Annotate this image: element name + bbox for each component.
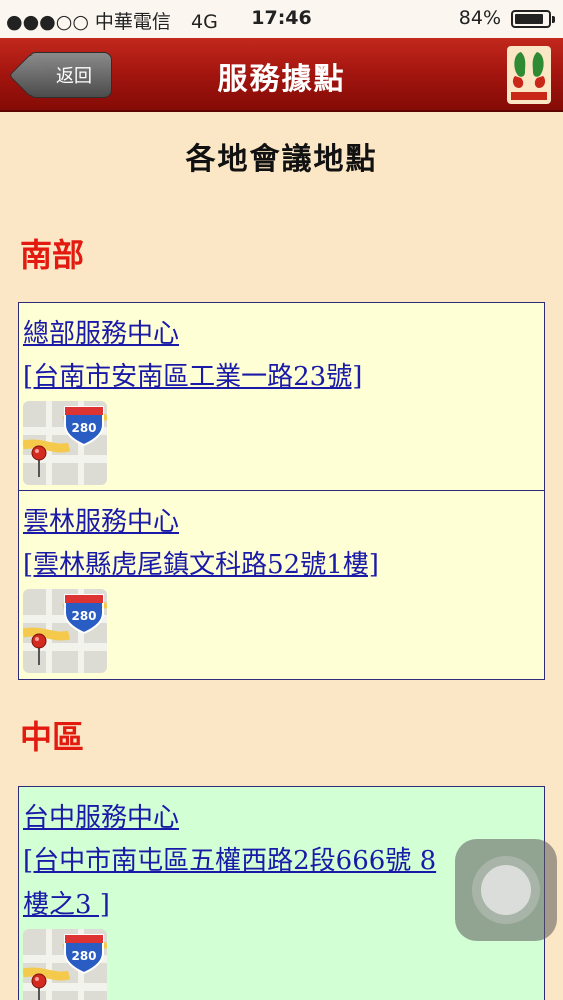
map-icon[interactable]: 280 xyxy=(22,401,108,485)
region-list-south: 總部服務中心 [台南市安南區工業一路23號] 280 雲林服務中心 [雲林縣虎尾… xyxy=(18,302,545,680)
map-badge-number: 280 xyxy=(71,421,96,435)
center-address-link[interactable]: [雲林縣虎尾鎮文科路52號1樓] xyxy=(23,543,540,587)
center-address-line-1: [台中市南屯區五權西路2段666號 8 xyxy=(23,846,437,876)
list-item: 雲林服務中心 [雲林縣虎尾鎮文科路52號1樓] 280 xyxy=(19,491,544,679)
battery-percent: 84% xyxy=(458,7,501,29)
region-title-central: 中區 xyxy=(20,718,85,756)
map-icon[interactable]: 280 xyxy=(22,929,108,1000)
navigation-bar: 返回 服務據點 xyxy=(0,38,563,112)
center-address-link[interactable]: [台南市安南區工業一路23號] xyxy=(23,355,540,399)
map-badge-number: 280 xyxy=(71,949,96,963)
list-item: 總部服務中心 [台南市安南區工業一路23號] 280 xyxy=(19,303,544,491)
region-title-south: 南部 xyxy=(20,236,85,274)
status-bar: ●●●○○ 中華電信 4G 17:46 84% xyxy=(0,0,563,38)
section-heading: 各地會議地點 xyxy=(185,142,378,177)
center-address-line-2: 樓之3 ] xyxy=(23,890,110,920)
center-name-link[interactable]: 總部服務中心 xyxy=(23,313,540,355)
battery-icon xyxy=(511,10,555,28)
back-button-label: 返回 xyxy=(56,66,92,87)
assistive-touch-icon[interactable] xyxy=(454,838,558,942)
center-name-link[interactable]: 雲林服務中心 xyxy=(23,501,540,543)
map-icon[interactable]: 280 xyxy=(22,589,108,673)
brand-logo-icon[interactable] xyxy=(505,44,553,106)
center-name-link[interactable]: 台中服務中心 xyxy=(23,797,540,839)
map-badge-number: 280 xyxy=(71,609,96,623)
